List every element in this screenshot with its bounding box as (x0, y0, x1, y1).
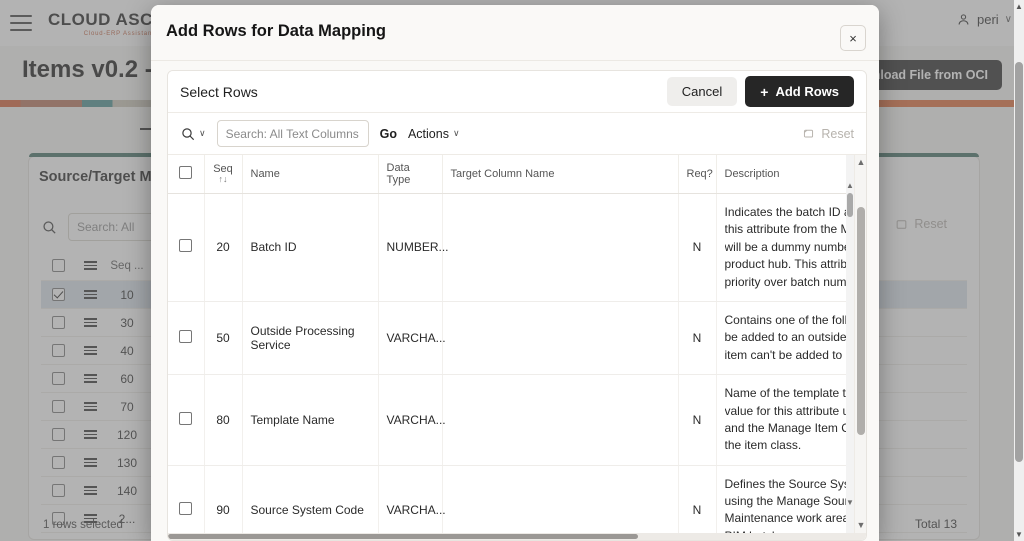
modal-body: Select Rows Cancel + Add Rows ∨ Search: … (151, 61, 879, 541)
col-data-type[interactable]: Data Type (378, 155, 443, 194)
sort-arrows-icon: ↑↓ (218, 174, 228, 185)
table-row[interactable]: 50 Outside Processing Service VARCHA... N Co… (168, 301, 867, 376)
go-button[interactable]: Go (380, 127, 397, 141)
row-target-column-name[interactable] (442, 193, 679, 302)
grid-horizontal-scrollbar[interactable] (168, 533, 866, 540)
row-name: Source System Code (242, 465, 379, 540)
page-scrollbar[interactable]: ▲ ▼ (1014, 0, 1024, 541)
rows-grid: Seq ↑↓ Name Data Type Target Column Name… (168, 155, 866, 540)
chevron-down-icon: ∨ (199, 128, 206, 138)
row-req: N (678, 193, 717, 302)
grid-scroll-up-icon[interactable]: ▲ (855, 157, 866, 167)
description-line: Maintenance work area. Ide (724, 511, 867, 526)
table-row[interactable]: 90 Source System Code VARCHA... N Defines th… (168, 465, 866, 540)
description-line: and the Manage Item Classe (724, 420, 867, 435)
grid-scrollbar-thumb[interactable] (857, 207, 865, 435)
col-name[interactable]: Name (242, 155, 379, 194)
row-data-type: VARCHA... (378, 301, 446, 376)
page-scrollbar-thumb[interactable] (1015, 62, 1023, 462)
col-select-all[interactable] (168, 155, 205, 194)
add-rows-button[interactable]: + Add Rows (745, 76, 854, 107)
actions-label: Actions (407, 126, 449, 141)
reset-button[interactable]: Reset (802, 127, 854, 141)
row-description: Name of the template to apρ value for thi… (716, 374, 867, 466)
cancel-button[interactable]: Cancel (666, 77, 738, 106)
description-line: the item class. (724, 438, 802, 453)
description-line: Indicates the batch ID assoc (724, 205, 867, 219)
desc-scroll-up-icon[interactable]: ▲ (846, 181, 854, 190)
row-target-column-name[interactable] (442, 301, 679, 376)
modal-title: Add Rows for Data Mapping (166, 22, 386, 40)
select-rows-panel: Select Rows Cancel + Add Rows ∨ Search: … (167, 70, 867, 541)
grid-hscrollbar-thumb[interactable] (168, 534, 638, 539)
description-line: this attribute from the Mana (724, 222, 867, 237)
table-row[interactable]: 20 Batch ID NUMBER... N Indicates the batch … (168, 193, 867, 302)
row-checkbox[interactable] (168, 301, 205, 376)
select-rows-actions: Cancel + Add Rows (666, 76, 854, 107)
row-seq: 80 (204, 374, 243, 466)
row-checkbox[interactable] (168, 193, 205, 302)
search-icon (182, 127, 195, 140)
description-line: using the Manage Source Sγ (724, 494, 867, 509)
col-description[interactable]: Description (716, 155, 866, 194)
description-line: Name of the template to apρ (724, 386, 867, 401)
chevron-down-icon: ∨ (452, 128, 460, 138)
plus-icon: + (760, 83, 769, 100)
row-data-type: VARCHA... (378, 374, 446, 466)
row-data-type: VARCHA... (378, 465, 446, 540)
row-req: N (678, 465, 717, 540)
description-line: value for this attribute using (724, 403, 867, 418)
add-rows-modal: Add Rows for Data Mapping × Select Rows … (151, 5, 879, 541)
grid-header-row: Seq ↑↓ Name Data Type Target Column Name… (168, 155, 866, 194)
row-seq: 90 (204, 465, 243, 540)
row-target-column-name[interactable] (442, 465, 679, 540)
row-description: Indicates the batch ID assoc this attribu… (716, 193, 867, 302)
reset-label: Reset (821, 126, 854, 141)
search-input[interactable] (216, 120, 369, 147)
description-line: priority over batch number, (724, 274, 867, 289)
row-name: Outside Processing Service (242, 301, 379, 376)
col-req[interactable]: Req? (678, 155, 717, 194)
select-rows-title: Select Rows (180, 83, 258, 100)
description-line: Contains one of the followin (724, 312, 867, 327)
desc-scroll-down-icon[interactable]: ▼ (846, 498, 854, 507)
search-dropdown-button[interactable]: ∨ (180, 126, 206, 142)
row-data-type: NUMBER... (378, 193, 449, 302)
row-name: Batch ID (242, 193, 379, 302)
scroll-up-arrow-icon[interactable]: ▲ (1015, 2, 1023, 11)
reset-icon (804, 129, 814, 138)
row-checkbox[interactable] (168, 465, 205, 540)
description-line: item can't be added to an ou (724, 347, 867, 362)
row-seq: 20 (204, 193, 243, 302)
add-rows-label: Add Rows (775, 84, 839, 99)
grid-scroll-down-icon[interactable]: ▼ (855, 520, 866, 530)
description-line: product hub. This attribute ѵ (724, 257, 867, 272)
modal-header: Add Rows for Data Mapping × (151, 5, 879, 61)
close-icon[interactable]: × (840, 25, 866, 51)
description-line: will be a dummy number for (724, 239, 867, 254)
col-seq[interactable]: Seq ↑↓ (204, 155, 243, 194)
select-rows-header: Select Rows Cancel + Add Rows (168, 71, 866, 113)
row-seq: 50 (204, 301, 243, 376)
grid-body: 20 Batch ID NUMBER... N Indicates the batch … (168, 193, 867, 540)
grid-vertical-scrollbar[interactable]: ▲ ▼ (854, 155, 866, 540)
row-target-column-name[interactable] (442, 374, 679, 466)
row-name: Template Name (242, 374, 379, 466)
scroll-down-arrow-icon[interactable]: ▼ (1015, 530, 1023, 539)
col-target-column-name[interactable]: Target Column Name (442, 155, 679, 194)
row-req: N (678, 374, 717, 466)
row-description: Contains one of the followin be added to … (716, 301, 867, 376)
description-scrollbar[interactable]: ▲ ▼ (846, 155, 854, 533)
row-checkbox[interactable] (168, 374, 205, 466)
table-row[interactable]: 80 Template Name VARCHA... N Name of the tem… (168, 374, 867, 466)
description-line: Defines the Source System ( (724, 476, 867, 491)
search-toolbar: ∨ Go Actions ∨ Reset (168, 113, 866, 155)
description-line: be added to an outside proc (724, 330, 867, 345)
row-description: Defines the Source System ( using the Man… (716, 465, 866, 540)
actions-button[interactable]: Actions ∨ (408, 127, 460, 141)
description-scrollbar-thumb[interactable] (847, 193, 853, 217)
row-req: N (678, 301, 717, 376)
rows-grid-wrapper: Seq ↑↓ Name Data Type Target Column Name… (168, 155, 866, 540)
